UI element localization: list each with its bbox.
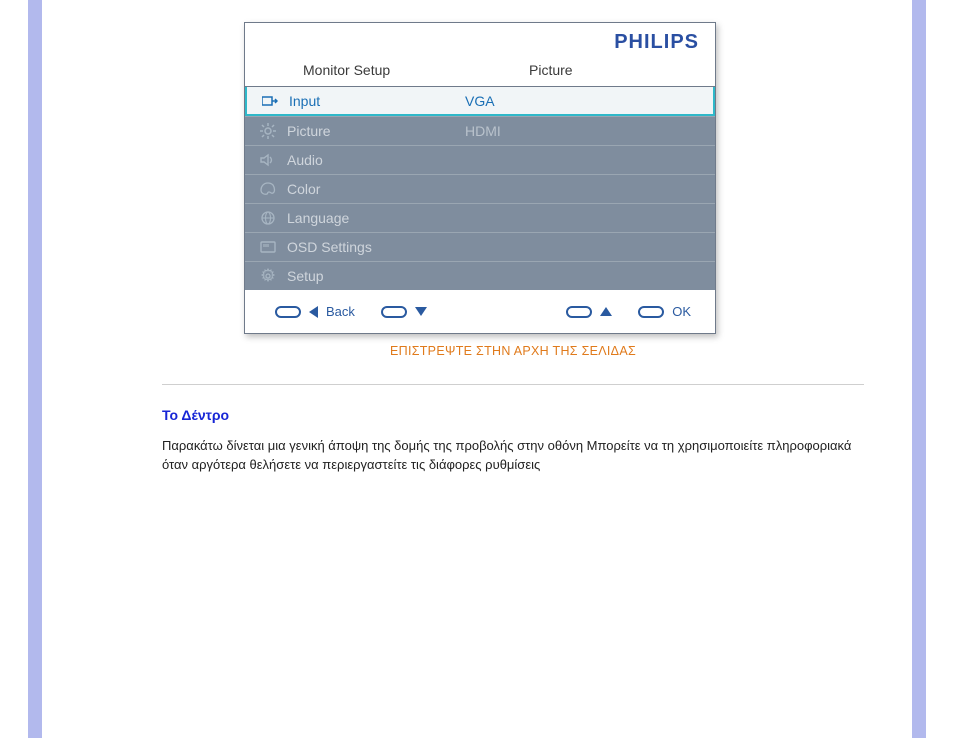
osd-down-button[interactable]: [381, 306, 427, 318]
brightness-icon: [259, 122, 277, 140]
osd-submenu-column: VGA HDMI: [445, 87, 715, 290]
menu-item-label: Language: [287, 210, 349, 226]
button-pill-icon: [638, 306, 664, 318]
section-title: Το Δέντρο: [162, 407, 864, 423]
button-pill-icon: [566, 306, 592, 318]
menu-item-label: OSD Settings: [287, 239, 372, 255]
menu-item-picture[interactable]: Picture: [245, 116, 445, 145]
brand-logo: PHILIPS: [245, 23, 715, 58]
globe-icon: [259, 209, 277, 227]
speaker-icon: [259, 151, 277, 169]
submenu-item-vga[interactable]: VGA: [445, 87, 715, 116]
section-paragraph: Παρακάτω δίνεται μια γενική άποψη της δο…: [162, 437, 864, 475]
submenu-item-hdmi[interactable]: HDMI: [445, 116, 715, 145]
submenu-item-label: VGA: [465, 93, 495, 109]
back-to-top-link[interactable]: ΕΠΙΣΤΡΕΨΤΕ ΣΤΗΝ ΑΡΧΗ ΤΗΣ ΣΕΛΙΔΑΣ: [390, 344, 636, 358]
menu-item-label: Color: [287, 181, 320, 197]
osd-menu-column: Input Picture Audio: [245, 87, 445, 290]
menu-item-color[interactable]: Color: [245, 174, 445, 203]
menu-item-label: Setup: [287, 268, 324, 284]
osd-up-button[interactable]: [566, 306, 612, 318]
submenu-item-empty: [445, 174, 715, 203]
menu-item-audio[interactable]: Audio: [245, 145, 445, 174]
page-right-rail: [912, 0, 926, 738]
osd-ok-button[interactable]: OK: [638, 304, 691, 319]
menu-item-setup[interactable]: Setup: [245, 261, 445, 290]
osd-back-button[interactable]: Back: [275, 304, 355, 319]
button-pill-icon: [275, 306, 301, 318]
osd-icon: [259, 238, 277, 256]
osd-footer: Back OK: [245, 290, 715, 333]
back-label: Back: [326, 304, 355, 319]
submenu-item-empty: [445, 261, 715, 290]
arrow-down-icon: [415, 307, 427, 316]
gear-icon: [259, 267, 277, 285]
arrow-left-icon: [309, 306, 318, 318]
submenu-item-empty: [445, 203, 715, 232]
section-divider: [162, 384, 864, 385]
osd-panel: PHILIPS Monitor Setup Picture Input Pict…: [244, 22, 716, 334]
page-left-rail: [28, 0, 42, 738]
brand-text: PHILIPS: [614, 31, 699, 53]
button-pill-icon: [381, 306, 407, 318]
menu-item-label: Input: [289, 93, 320, 109]
palette-icon: [259, 180, 277, 198]
arrow-up-icon: [600, 307, 612, 316]
menu-item-language[interactable]: Language: [245, 203, 445, 232]
submenu-item-empty: [445, 145, 715, 174]
input-icon: [261, 92, 279, 110]
menu-item-input[interactable]: Input: [245, 87, 445, 116]
osd-right-header: Picture: [503, 62, 715, 78]
menu-item-label: Audio: [287, 152, 323, 168]
submenu-item-label: HDMI: [465, 123, 501, 139]
submenu-item-empty: [445, 232, 715, 261]
ok-label: OK: [672, 304, 691, 319]
menu-item-osd-settings[interactable]: OSD Settings: [245, 232, 445, 261]
menu-item-label: Picture: [287, 123, 331, 139]
osd-left-header: Monitor Setup: [245, 62, 503, 78]
